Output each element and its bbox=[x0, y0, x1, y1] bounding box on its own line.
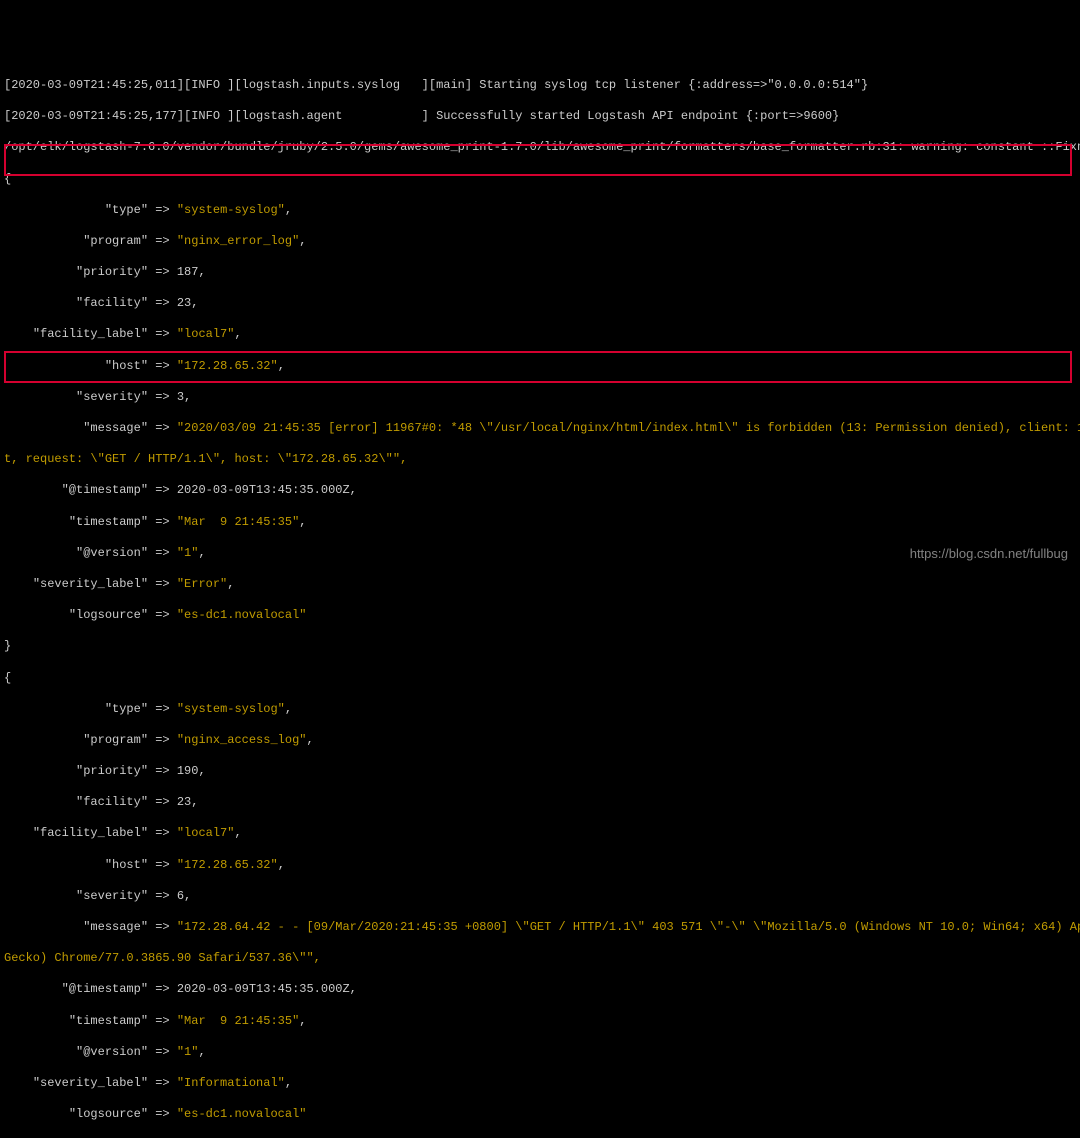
field-version: "@version" => "1", bbox=[4, 1045, 1076, 1061]
brace-open: { bbox=[4, 671, 1076, 687]
log-line: [2020-03-09T21:45:25,177][INFO ][logstas… bbox=[4, 109, 1076, 125]
field-facility-label: "facility_label" => "local7", bbox=[4, 327, 1076, 343]
field-priority: "priority" => 187, bbox=[4, 265, 1076, 281]
field-message: "message" => "2020/03/09 21:45:35 [error… bbox=[4, 421, 1076, 437]
brace-open: { bbox=[4, 172, 1076, 188]
field-program: "program" => "nginx_error_log", bbox=[4, 234, 1076, 250]
log-line: /opt/elk/logstash-7.6.0/vendor/bundle/jr… bbox=[4, 140, 1076, 156]
field-logsource: "logsource" => "es-dc1.novalocal" bbox=[4, 1107, 1076, 1123]
terminal-output: [2020-03-09T21:45:25,011][INFO ][logstas… bbox=[0, 62, 1080, 1138]
field-logsource: "logsource" => "es-dc1.novalocal" bbox=[4, 608, 1076, 624]
field-severity: "severity" => 3, bbox=[4, 390, 1076, 406]
field-timestamp: "timestamp" => "Mar 9 21:45:35", bbox=[4, 515, 1076, 531]
field-message-cont: Gecko) Chrome/77.0.3865.90 Safari/537.36… bbox=[4, 951, 1076, 967]
field-severity-label: "severity_label" => "Error", bbox=[4, 577, 1076, 593]
field-facility: "facility" => 23, bbox=[4, 795, 1076, 811]
field-at-timestamp: "@timestamp" => 2020-03-09T13:45:35.000Z… bbox=[4, 982, 1076, 998]
field-facility: "facility" => 23, bbox=[4, 296, 1076, 312]
field-at-timestamp: "@timestamp" => 2020-03-09T13:45:35.000Z… bbox=[4, 483, 1076, 499]
field-program: "program" => "nginx_access_log", bbox=[4, 733, 1076, 749]
field-version: "@version" => "1", bbox=[4, 546, 1076, 562]
field-severity-label: "severity_label" => "Informational", bbox=[4, 1076, 1076, 1092]
field-timestamp: "timestamp" => "Mar 9 21:45:35", bbox=[4, 1014, 1076, 1030]
field-message: "message" => "172.28.64.42 - - [09/Mar/2… bbox=[4, 920, 1076, 936]
field-host: "host" => "172.28.65.32", bbox=[4, 359, 1076, 375]
field-host: "host" => "172.28.65.32", bbox=[4, 858, 1076, 874]
field-severity: "severity" => 6, bbox=[4, 889, 1076, 905]
field-priority: "priority" => 190, bbox=[4, 764, 1076, 780]
field-message-cont: t, request: \"GET / HTTP/1.1\", host: \"… bbox=[4, 452, 1076, 468]
field-type: "type" => "system-syslog", bbox=[4, 203, 1076, 219]
field-facility-label: "facility_label" => "local7", bbox=[4, 826, 1076, 842]
log-line: [2020-03-09T21:45:25,011][INFO ][logstas… bbox=[4, 78, 1076, 94]
brace-close: } bbox=[4, 639, 1076, 655]
field-type: "type" => "system-syslog", bbox=[4, 702, 1076, 718]
